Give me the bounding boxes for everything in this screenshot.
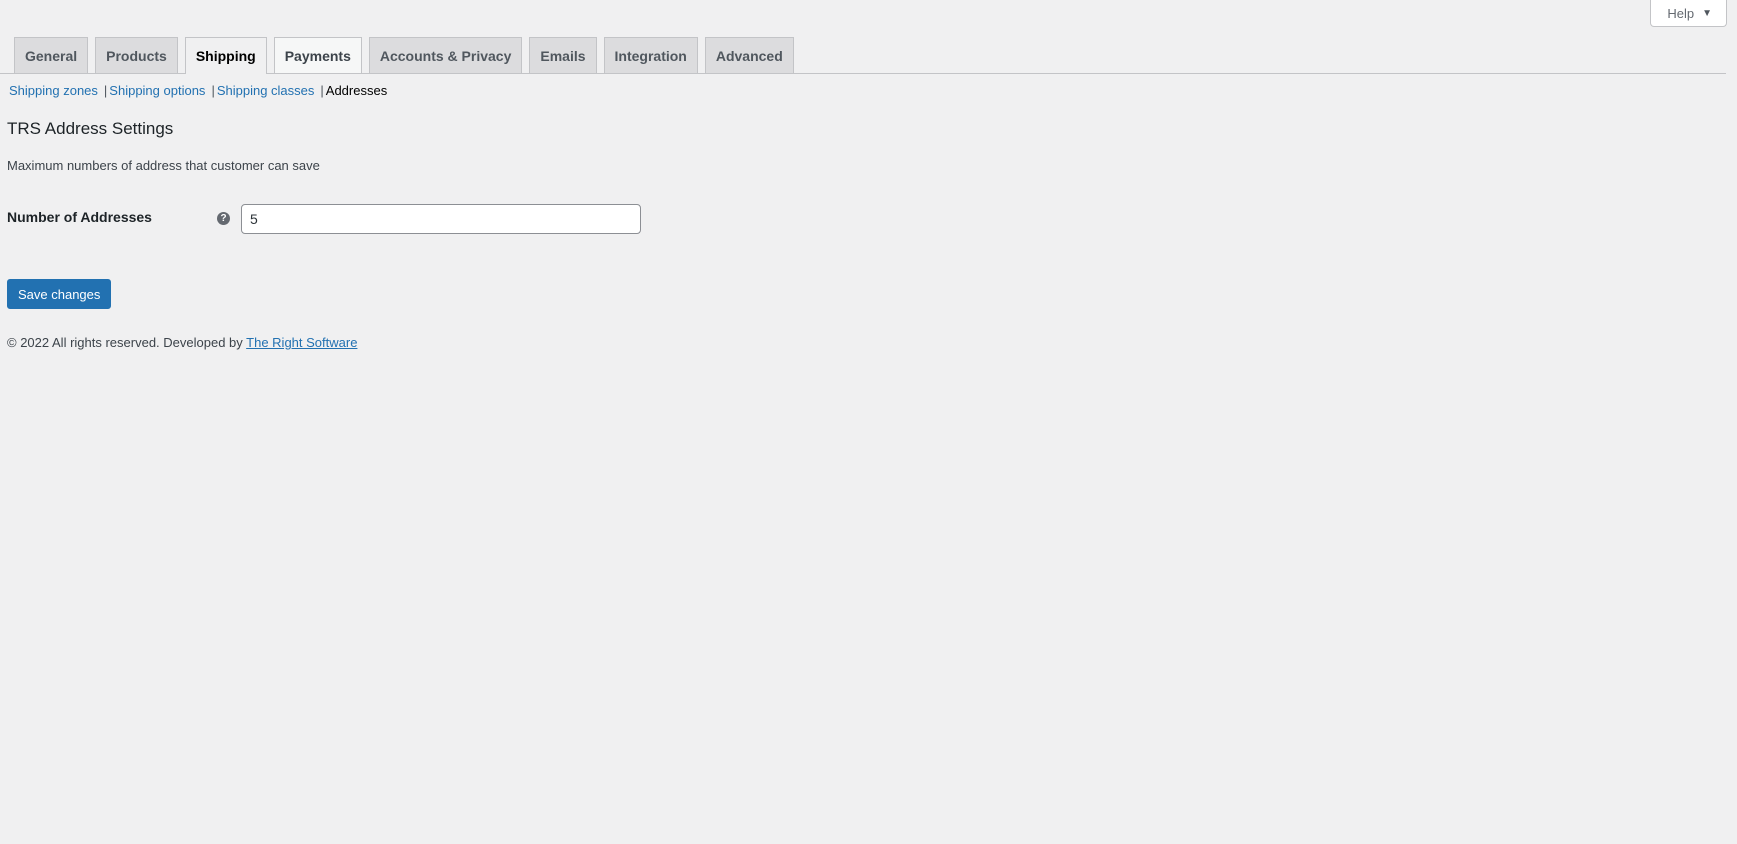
tab-emails[interactable]: Emails — [529, 37, 597, 73]
tab-advanced[interactable]: Advanced — [704, 37, 794, 73]
section-title: TRS Address Settings — [7, 119, 174, 138]
subnav-shipping-classes[interactable]: Shipping classes — [217, 83, 315, 98]
help-tip-icon[interactable]: ? — [217, 212, 230, 225]
tab-shipping[interactable]: Shipping — [184, 37, 267, 74]
tab-general[interactable]: General — [14, 37, 89, 73]
caret-down-icon: ▼ — [1702, 7, 1712, 19]
tab-accounts-privacy[interactable]: Accounts & Privacy — [368, 37, 523, 73]
tab-products[interactable]: Products — [95, 37, 178, 73]
subnav-shipping-zones[interactable]: Shipping zones — [9, 83, 98, 98]
number-of-addresses-input[interactable] — [241, 204, 641, 234]
settings-tabs: General Products Shipping Payments Accou… — [0, 37, 1726, 74]
section-description: Maximum numbers of address that customer… — [7, 158, 320, 173]
help-label: Help — [1667, 5, 1695, 21]
subnav-addresses-current: Addresses — [325, 83, 388, 98]
subnav-separator: | — [211, 83, 215, 98]
help-tab-wrapper: Help ▼ — [1650, 0, 1727, 27]
number-of-addresses-label: Number of Addresses — [7, 209, 152, 225]
developer-link[interactable]: The Right Software — [246, 335, 357, 350]
help-button[interactable]: Help ▼ — [1650, 0, 1727, 27]
subnav-separator: | — [103, 83, 108, 98]
footer-credit: © 2022 All rights reserved. Developed by… — [7, 335, 357, 350]
subnav-shipping-options[interactable]: Shipping options — [109, 83, 205, 98]
save-changes-button[interactable]: Save changes — [7, 279, 112, 309]
tab-integration[interactable]: Integration — [603, 37, 698, 73]
shipping-subnav: Shipping zones | Shipping options | Ship… — [9, 83, 387, 98]
tab-payments[interactable]: Payments — [273, 37, 362, 73]
subnav-separator: | — [320, 83, 324, 98]
footer-text: © 2022 All rights reserved. Developed by — [7, 335, 247, 350]
